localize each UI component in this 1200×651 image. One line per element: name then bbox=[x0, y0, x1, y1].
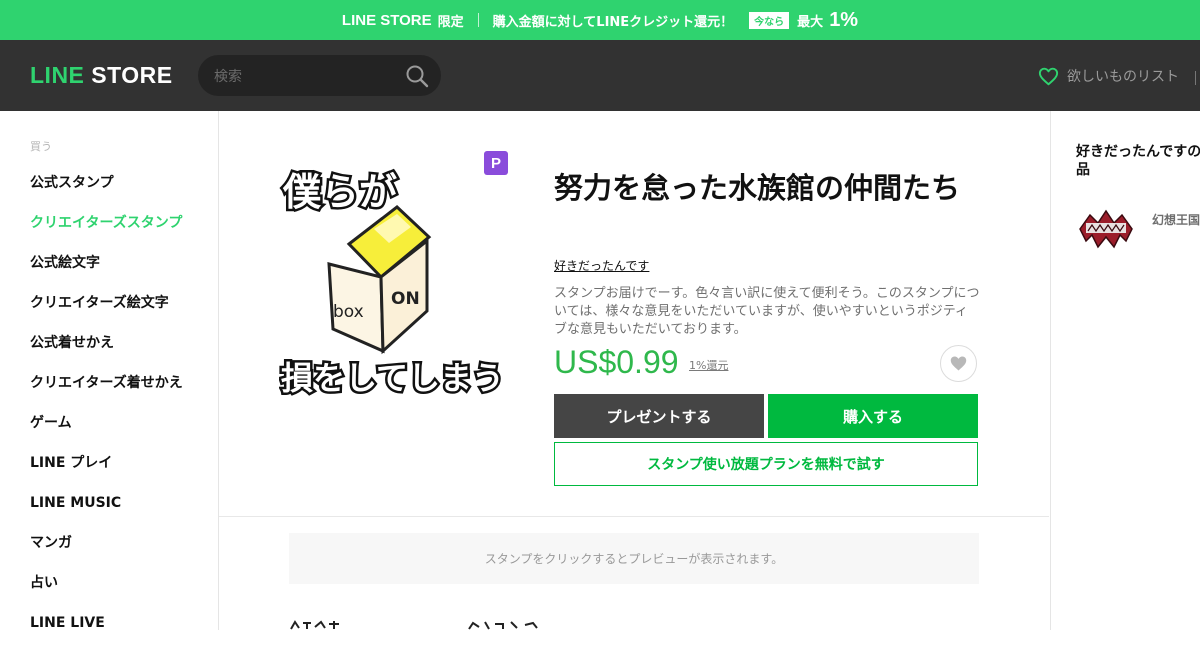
sidebar-item-official-emoji[interactable]: 公式絵文字 bbox=[30, 251, 183, 291]
free-trial-button[interactable]: スタンプ使い放題プランを無料で試す bbox=[554, 442, 978, 486]
sticker-grid-peek bbox=[290, 620, 538, 630]
preview-note: スタンプをクリックするとプレビューが表示されます。 bbox=[289, 533, 979, 584]
sidebar-item-line-live[interactable]: LINE LIVE bbox=[30, 611, 183, 651]
sidebar-item-creators-themes[interactable]: クリエイターズ着せかえ bbox=[30, 371, 183, 411]
promo-brand: LINE STORE bbox=[341, 11, 432, 29]
sticker-main-image[interactable]: 僕らが box ON 損をしてしまう bbox=[279, 159, 519, 400]
present-button[interactable]: プレゼントする bbox=[554, 394, 764, 438]
search-box bbox=[198, 55, 441, 98]
sticker-text-box2: ON bbox=[391, 289, 420, 309]
sidebar-item-creators-emoji[interactable]: クリエイターズ絵文字 bbox=[30, 291, 183, 331]
wishlist-label: 欲しいものリスト bbox=[1067, 69, 1179, 85]
promo-message: 購入金額に対してLINEクレジット還元！ bbox=[492, 14, 734, 30]
sidebar-item-line-music[interactable]: LINE MUSIC bbox=[30, 491, 183, 531]
logo-line: LINE bbox=[30, 62, 85, 88]
site-header: LINE STORE 欲しいものリスト bbox=[0, 40, 1200, 111]
heart-outline-icon bbox=[1038, 67, 1059, 85]
sidebar-item-fortune[interactable]: 占い bbox=[30, 571, 183, 611]
category-sidebar: 買う 公式スタンプ クリエイターズスタンプ 公式絵文字 クリエイターズ絵文字 公… bbox=[0, 111, 219, 631]
sidebar-item-games[interactable]: ゲーム bbox=[30, 411, 183, 451]
author-link[interactable]: 好きだったんです bbox=[554, 257, 649, 274]
sidebar-item-creators-stickers[interactable]: クリエイターズスタンプ bbox=[30, 211, 183, 251]
sidebar-item-official-stickers[interactable]: 公式スタンプ bbox=[30, 171, 183, 211]
product-price: US$0.99 bbox=[554, 344, 679, 380]
author-works-title: 好きだったんですの作品 bbox=[1076, 144, 1200, 178]
search-input[interactable] bbox=[212, 55, 396, 98]
product-title: 努力を怠った水族館の仲間たち bbox=[554, 171, 961, 205]
logo-store: STORE bbox=[91, 62, 173, 88]
buy-button[interactable]: 購入する bbox=[768, 394, 978, 438]
heart-filled-icon bbox=[950, 356, 967, 371]
work-thumbnail[interactable] bbox=[1076, 207, 1136, 251]
sidebar-list: 公式スタンプ クリエイターズスタンプ 公式絵文字 クリエイターズ絵文字 公式着せ… bbox=[30, 171, 183, 651]
premium-badge: P bbox=[484, 151, 508, 175]
header-divider bbox=[1195, 71, 1196, 85]
sticker-text-top: 僕らが bbox=[282, 170, 397, 214]
promo-limited: 限定 bbox=[437, 14, 464, 30]
promo-max-label: 最大 bbox=[797, 14, 824, 30]
author-works-panel: 好きだったんですの作品 幻想王国ち bbox=[1050, 111, 1200, 630]
sidebar-item-manga[interactable]: マンガ bbox=[30, 531, 183, 571]
work-name[interactable]: 幻想王国ち bbox=[1152, 212, 1200, 228]
search-icon[interactable] bbox=[405, 64, 429, 88]
promo-separator bbox=[477, 13, 479, 27]
promo-badge: 今なら bbox=[749, 11, 790, 29]
sticker-text-box1: box bbox=[333, 302, 364, 322]
sidebar-item-line-play[interactable]: LINE プレイ bbox=[30, 451, 183, 491]
promo-percent: 1% bbox=[829, 8, 859, 31]
product-description: スタンプお届けでーす。色々言い訳に使えて便利そう。このスタンプについては、様々な… bbox=[554, 286, 980, 337]
sidebar-item-official-themes[interactable]: 公式着せかえ bbox=[30, 331, 183, 371]
product-main: 僕らが box ON 損をしてしまう P 努力を怠った水族館の仲間たち 好きだっ… bbox=[219, 111, 1049, 630]
sidebar-section-label: 買う bbox=[30, 140, 52, 153]
promo-banner[interactable]: LINE STORE 限定 購入金額に対してLINEクレジット還元！ 今なら 最… bbox=[0, 0, 1200, 40]
wishlist-link[interactable]: 欲しいものリスト bbox=[1038, 66, 1179, 86]
cashback-link[interactable]: 1%還元 bbox=[689, 357, 728, 373]
store-logo[interactable]: LINE STORE bbox=[30, 62, 173, 89]
favorite-button[interactable] bbox=[940, 345, 977, 382]
sticker-text-bottom: 損をしてしまう bbox=[281, 359, 504, 397]
section-divider bbox=[219, 516, 1049, 517]
